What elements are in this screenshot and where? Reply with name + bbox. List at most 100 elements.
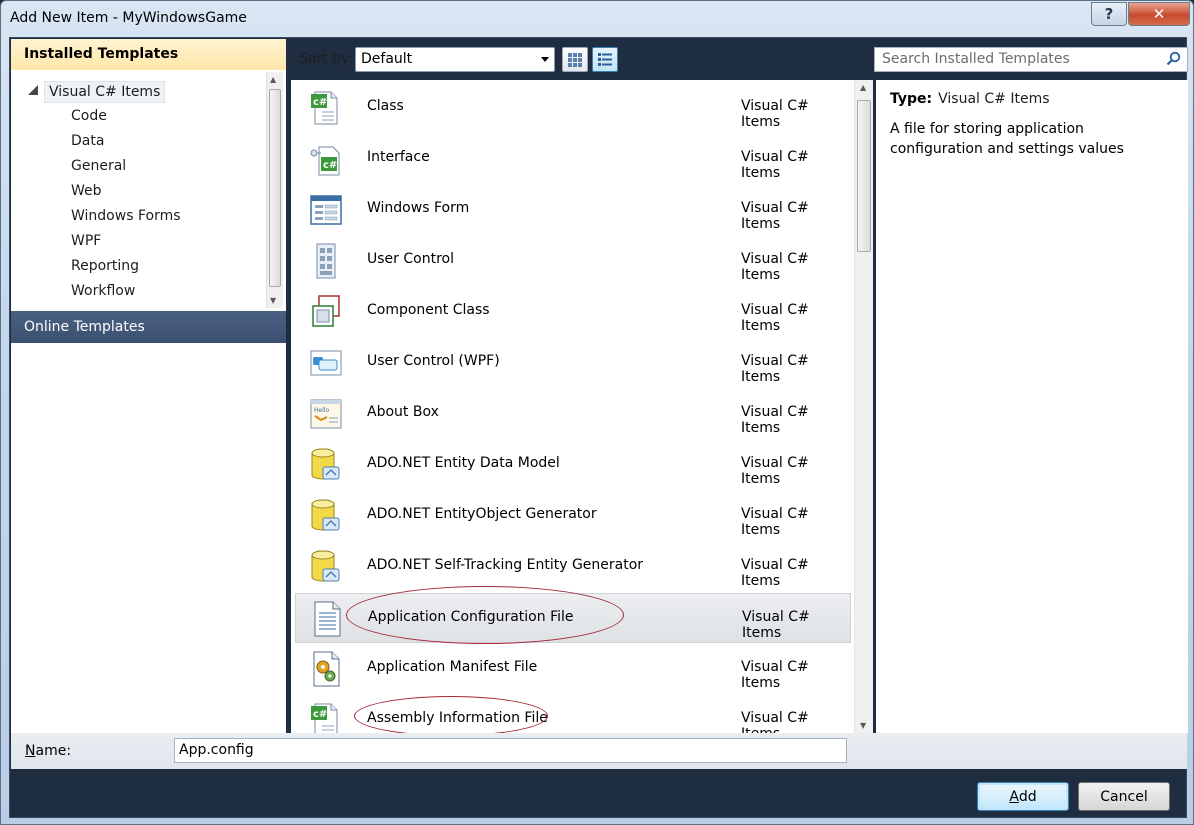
add-button[interactable]: Add <box>977 782 1069 811</box>
template-name: User Control (WPF) <box>367 353 500 369</box>
template-category: Visual C# Items <box>741 710 809 733</box>
grid-view-icon <box>568 52 582 67</box>
template-name: ADO.NET Entity Data Model <box>367 455 560 471</box>
config-file-icon <box>310 601 344 637</box>
csharp-class-icon: c# <box>309 90 343 126</box>
database-icon <box>309 498 343 534</box>
template-details-panel: Type: Visual C# Items A file for storing … <box>876 80 1188 733</box>
template-category: Visual C# Items <box>741 506 809 538</box>
template-category: Visual C# Items <box>741 200 809 232</box>
csharp-file-icon: c# <box>309 702 343 733</box>
template-category: Visual C# Items <box>741 557 809 589</box>
cancel-button[interactable]: Cancel <box>1078 782 1170 811</box>
template-row[interactable]: ADO.NET Entity Data Model Visual C# Items <box>295 440 851 490</box>
manifest-file-icon <box>309 651 343 687</box>
template-name: Application Configuration File <box>368 609 574 625</box>
template-category: Visual C# Items <box>741 455 809 487</box>
name-field[interactable]: App.config <box>174 738 847 763</box>
close-button[interactable]: ✕ <box>1128 2 1190 26</box>
sort-by-label: Sort by: <box>299 51 354 67</box>
installed-templates-header[interactable]: Installed Templates <box>11 39 286 70</box>
template-name: User Control <box>367 251 454 267</box>
template-name: Windows Form <box>367 200 470 216</box>
scroll-down-icon[interactable]: ▼ <box>860 721 866 730</box>
template-name: Assembly Information File <box>367 710 548 726</box>
scroll-up-icon[interactable]: ▲ <box>860 83 866 92</box>
search-placeholder: Search Installed Templates <box>882 51 1070 67</box>
about-box-icon: Hello <box>309 396 343 432</box>
name-row: Name: App.config <box>11 733 1187 769</box>
template-name: Application Manifest File <box>367 659 538 675</box>
search-templates-input[interactable]: Search Installed Templates <box>874 47 1188 72</box>
tree-item-data[interactable]: Data <box>71 131 104 153</box>
type-value: Visual C# Items <box>938 91 1050 107</box>
scroll-thumb[interactable] <box>269 89 281 287</box>
template-category: Visual C# Items <box>741 353 809 385</box>
template-name: Component Class <box>367 302 490 318</box>
medium-icons-view-button[interactable] <box>562 47 588 72</box>
svg-text:c#: c# <box>323 160 337 171</box>
tree-item-web[interactable]: Web <box>71 181 102 203</box>
template-list-scrollbar[interactable]: ▲ ▼ <box>854 80 873 733</box>
help-button[interactable]: ? <box>1091 2 1127 26</box>
template-row[interactable]: ADO.NET EntityObject Generator Visual C# … <box>295 491 851 541</box>
scroll-down-icon[interactable]: ▼ <box>270 296 276 305</box>
sort-by-value: Default <box>361 51 413 67</box>
template-row[interactable]: ADO.NET Self-Tracking Entity Generator Vi… <box>295 542 851 592</box>
details-view-button[interactable] <box>592 47 618 72</box>
template-name: Class <box>367 98 404 114</box>
template-row[interactable]: Application Manifest File Visual C# Items <box>295 644 851 694</box>
template-description: A file for storing application configura… <box>890 121 1124 157</box>
template-row[interactable]: User Control (WPF) Visual C# Items <box>295 338 851 388</box>
category-tree-scrollbar[interactable]: ▲ ▼ <box>266 72 283 308</box>
svg-text:c#: c# <box>313 97 327 108</box>
windows-form-icon <box>309 192 343 228</box>
database-icon <box>309 447 343 483</box>
template-row[interactable]: c# Assembly Information File Visual C# Ite… <box>295 695 851 733</box>
template-category: Visual C# Items <box>741 659 809 691</box>
user-control-icon <box>309 243 343 279</box>
wpf-user-control-icon <box>309 345 343 381</box>
database-icon <box>309 549 343 585</box>
title-bar: Add New Item - MyWindowsGame ? ✕ <box>1 1 1193 37</box>
template-name: Interface <box>367 149 430 165</box>
tree-item-wpf[interactable]: WPF <box>71 231 101 253</box>
chevron-down-icon <box>541 57 549 62</box>
online-templates-header[interactable]: Online Templates <box>11 311 286 343</box>
search-icon[interactable] <box>1166 51 1181 70</box>
list-view-icon <box>598 52 612 66</box>
template-category: Visual C# Items <box>741 302 809 334</box>
name-label: Name: <box>25 743 72 759</box>
template-row[interactable]: Application Configuration File Visual C# … <box>295 593 851 643</box>
scroll-thumb[interactable] <box>857 100 871 252</box>
type-label: Type: <box>890 91 933 107</box>
tree-item-reporting[interactable]: Reporting <box>71 256 139 278</box>
template-row[interactable]: Windows Form Visual C# Items <box>295 185 851 235</box>
window-title: Add New Item - MyWindowsGame <box>10 10 247 26</box>
tree-item-workflow[interactable]: Workflow <box>71 281 135 303</box>
expand-arrow-icon[interactable] <box>28 85 38 95</box>
template-row[interactable]: c# Class Visual C# Items <box>295 83 851 133</box>
template-row[interactable]: User Control Visual C# Items <box>295 236 851 286</box>
template-category: Visual C# Items <box>741 404 809 436</box>
component-class-icon <box>309 294 343 330</box>
tree-item-code[interactable]: Code <box>71 106 107 128</box>
tree-item-windows-forms[interactable]: Windows Forms <box>71 206 181 228</box>
template-category: Visual C# Items <box>741 149 809 181</box>
svg-text:Hello: Hello <box>314 407 330 414</box>
template-row[interactable]: Hello About Box Visual C# Items <box>295 389 851 439</box>
dialog-client: Installed Templates Visual C# Items Code… <box>9 37 1188 818</box>
tree-item-visual-csharp-items[interactable]: Visual C# Items <box>44 81 166 103</box>
template-row[interactable]: Component Class Visual C# Items <box>295 287 851 337</box>
svg-text:c#: c# <box>313 709 327 720</box>
template-category: Visual C# Items <box>742 609 810 641</box>
template-category: Visual C# Items <box>741 98 809 130</box>
template-row[interactable]: c# Interface Visual C# Items <box>295 134 851 184</box>
add-new-item-dialog: Add New Item - MyWindowsGame ? ✕ Install… <box>0 0 1194 825</box>
template-name: ADO.NET EntityObject Generator <box>367 506 597 522</box>
sort-by-select[interactable]: Default <box>355 47 555 72</box>
scroll-up-icon[interactable]: ▲ <box>270 75 276 84</box>
template-list: c# Class Visual C# Items c# Interface Visual … <box>291 80 854 733</box>
template-category: Visual C# Items <box>741 251 809 283</box>
tree-item-general[interactable]: General <box>71 156 126 178</box>
